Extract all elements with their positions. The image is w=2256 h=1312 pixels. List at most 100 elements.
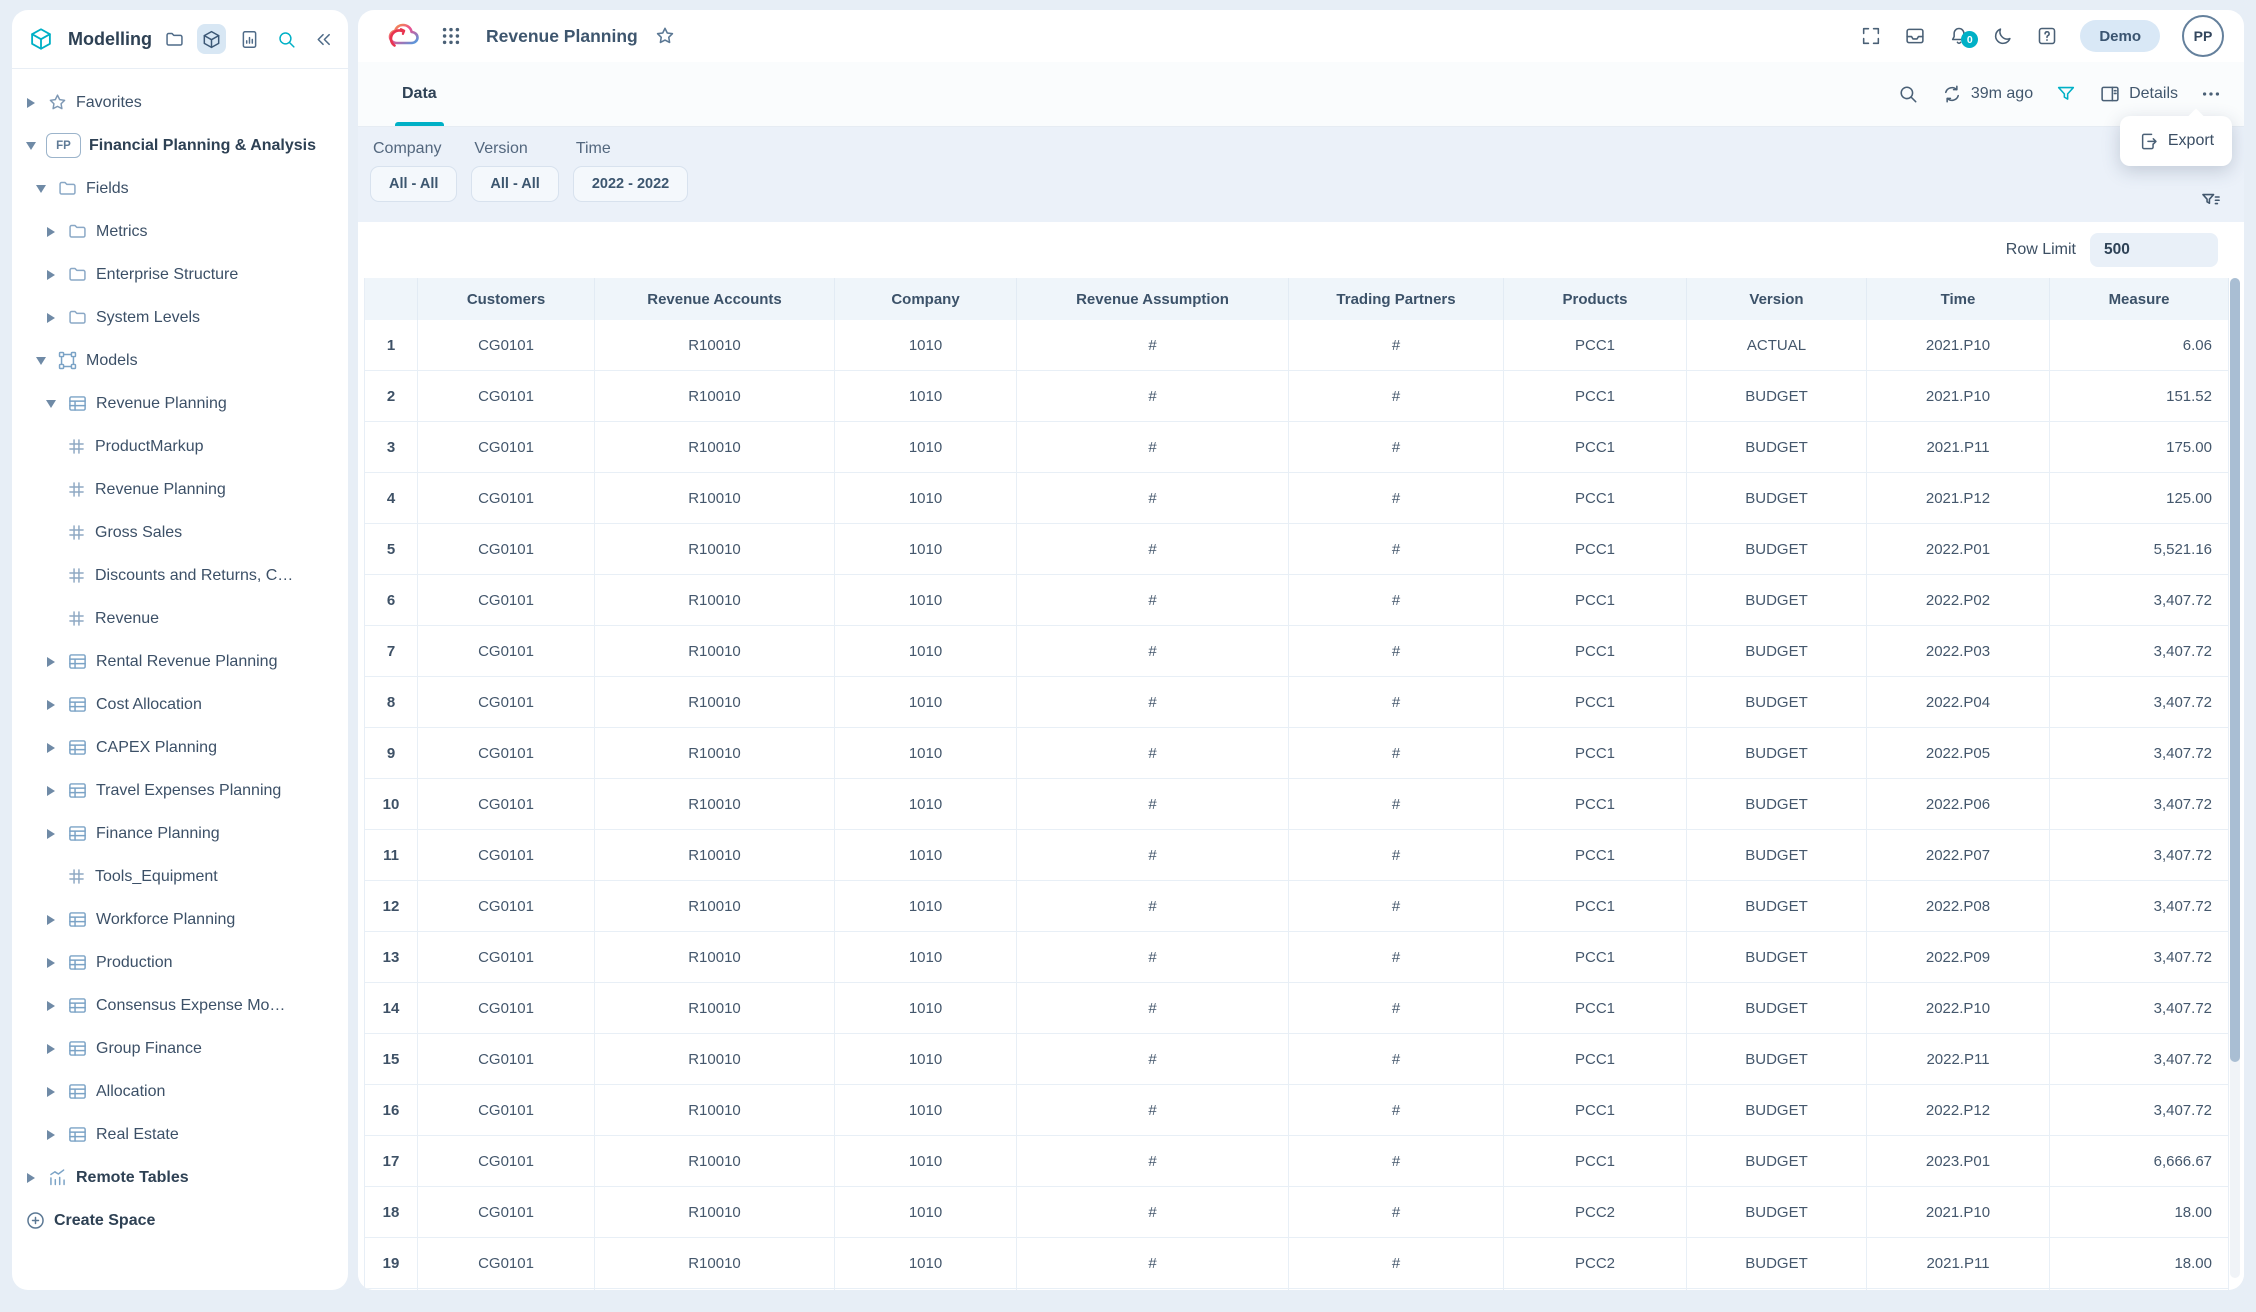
sidebar-item-fields[interactable]: Fields	[12, 167, 342, 210]
caret-down-icon[interactable]	[34, 357, 48, 365]
sidebar-item-travel-expenses-planning[interactable]: Travel Expenses Planning	[12, 769, 342, 812]
table-row[interactable]: 8CG0101R100101010##PCC1BUDGET2022.P043,4…	[365, 677, 2229, 728]
table-search-icon[interactable]	[1897, 83, 1919, 105]
app-logo-icon[interactable]	[384, 20, 424, 52]
table-row[interactable]: 2CG0101R100101010##PCC1BUDGET2021.P10151…	[365, 371, 2229, 422]
sidebar-item-productmarkup[interactable]: ProductMarkup	[12, 425, 342, 468]
avatar[interactable]: PP	[2182, 15, 2224, 57]
caret-right-icon[interactable]	[44, 786, 58, 796]
table-row[interactable]: 17CG0101R100101010##PCC1BUDGET2023.P016,…	[365, 1136, 2229, 1187]
table-row[interactable]: 3CG0101R100101010##PCC1BUDGET2021.P11175…	[365, 422, 2229, 473]
caret-down-icon[interactable]	[24, 142, 38, 150]
sidebar-item-production[interactable]: Production	[12, 941, 342, 984]
sidebar-item-financial-planning-analysis[interactable]: FPFinancial Planning & Analysis	[12, 124, 342, 167]
col-header-trading-partners[interactable]: Trading Partners	[1289, 278, 1504, 320]
sidebar-item-favorites[interactable]: Favorites	[12, 81, 342, 124]
sidebar-item-group-finance[interactable]: Group Finance	[12, 1027, 342, 1070]
caret-right-icon[interactable]	[44, 1001, 58, 1011]
filter-time-value[interactable]: 2022 - 2022	[573, 166, 688, 202]
table-row[interactable]: 15CG0101R100101010##PCC1BUDGET2022.P113,…	[365, 1034, 2229, 1085]
table-row[interactable]: 13CG0101R100101010##PCC1BUDGET2022.P093,…	[365, 932, 2229, 983]
tab-data[interactable]: Data	[402, 62, 437, 126]
caret-right-icon[interactable]	[44, 1087, 58, 1097]
vertical-scrollbar-thumb[interactable]	[2230, 278, 2240, 1062]
table-row[interactable]: 10CG0101R100101010##PCC1BUDGET2022.P063,…	[365, 779, 2229, 830]
filter-settings-icon[interactable]	[2200, 190, 2222, 217]
caret-right-icon[interactable]	[44, 700, 58, 710]
col-header-customers[interactable]: Customers	[418, 278, 595, 320]
reports-nav-button[interactable]	[234, 24, 263, 54]
filter-version-value[interactable]: All - All	[471, 166, 558, 202]
col-header-products[interactable]: Products	[1504, 278, 1687, 320]
caret-right-icon[interactable]	[24, 98, 38, 108]
table-row[interactable]: 14CG0101R100101010##PCC1BUDGET2022.P103,…	[365, 983, 2229, 1034]
search-icon[interactable]	[272, 24, 301, 54]
sidebar-item-metrics[interactable]: Metrics	[12, 210, 342, 253]
caret-right-icon[interactable]	[44, 915, 58, 925]
table-row[interactable]: 1CG0101R100101010##PCC1ACTUAL2021.P106.0…	[365, 320, 2229, 371]
sidebar-item-remote-tables[interactable]: Remote Tables	[12, 1156, 342, 1199]
sidebar-item-workforce-planning[interactable]: Workforce Planning	[12, 898, 342, 941]
table-row[interactable]: 19CG0101R100101010##PCC2BUDGET2021.P1118…	[365, 1238, 2229, 1289]
caret-right-icon[interactable]	[44, 958, 58, 968]
table-row[interactable]: 12CG0101R100101010##PCC1BUDGET2022.P083,…	[365, 881, 2229, 932]
sidebar-item-gross-sales[interactable]: Gross Sales	[12, 511, 342, 554]
col-header-measure[interactable]: Measure	[2050, 278, 2229, 320]
table-row[interactable]: 18CG0101R100101010##PCC2BUDGET2021.P1018…	[365, 1187, 2229, 1238]
filter-funnel-icon[interactable]	[2055, 83, 2077, 105]
more-menu-icon[interactable]	[2200, 83, 2222, 105]
col-header-company[interactable]: Company	[835, 278, 1017, 320]
col-header-revenue-accounts[interactable]: Revenue Accounts	[595, 278, 835, 320]
table-row[interactable]: 5CG0101R100101010##PCC1BUDGET2022.P015,5…	[365, 524, 2229, 575]
caret-right-icon[interactable]	[44, 227, 58, 237]
col-header-time[interactable]: Time	[1867, 278, 2050, 320]
folders-nav-button[interactable]	[160, 24, 189, 54]
sidebar-item-consensus-expense-mo[interactable]: Consensus Expense Mo…	[12, 984, 342, 1027]
details-button[interactable]: Details	[2099, 83, 2178, 105]
table-row[interactable]: 6CG0101R100101010##PCC1BUDGET2022.P023,4…	[365, 575, 2229, 626]
sidebar-item-revenue-planning[interactable]: Revenue Planning	[12, 382, 342, 425]
table-row[interactable]: 4CG0101R100101010##PCC1BUDGET2021.P12125…	[365, 473, 2229, 524]
sidebar-item-create-space[interactable]: Create Space	[12, 1199, 342, 1242]
sidebar-item-tools-equipment[interactable]: Tools_Equipment	[12, 855, 342, 898]
notifications-bell-icon[interactable]: 0	[1948, 25, 1970, 47]
sidebar-item-finance-planning[interactable]: Finance Planning	[12, 812, 342, 855]
inbox-icon[interactable]	[1904, 25, 1926, 47]
menu-item-export[interactable]: Export	[2138, 131, 2214, 152]
caret-down-icon[interactable]	[34, 185, 48, 193]
col-header-rownum[interactable]	[365, 278, 418, 320]
refresh-button[interactable]: 39m ago	[1941, 83, 2033, 105]
environment-badge[interactable]: Demo	[2080, 20, 2160, 52]
caret-right-icon[interactable]	[44, 270, 58, 280]
sidebar-item-allocation[interactable]: Allocation	[12, 1070, 342, 1113]
sidebar-item-enterprise-structure[interactable]: Enterprise Structure	[12, 253, 342, 296]
caret-right-icon[interactable]	[44, 1044, 58, 1054]
filter-company-value[interactable]: All - All	[370, 166, 457, 202]
table-row[interactable]: 9CG0101R100101010##PCC1BUDGET2022.P053,4…	[365, 728, 2229, 779]
caret-right-icon[interactable]	[44, 743, 58, 753]
apps-grid-icon[interactable]	[440, 25, 462, 47]
favorite-star-icon[interactable]	[654, 25, 676, 47]
fullscreen-icon[interactable]	[1860, 25, 1882, 47]
row-limit-input[interactable]	[2090, 233, 2218, 267]
sidebar-item-revenue[interactable]: Revenue	[12, 597, 342, 640]
sidebar-item-capex-planning[interactable]: CAPEX Planning	[12, 726, 342, 769]
caret-right-icon[interactable]	[44, 657, 58, 667]
caret-right-icon[interactable]	[44, 829, 58, 839]
models-nav-button[interactable]	[197, 24, 226, 54]
sidebar-item-rental-revenue-planning[interactable]: Rental Revenue Planning	[12, 640, 342, 683]
dark-mode-moon-icon[interactable]	[1992, 25, 2014, 47]
table-row[interactable]: 11CG0101R100101010##PCC1BUDGET2022.P073,…	[365, 830, 2229, 881]
caret-right-icon[interactable]	[24, 1173, 38, 1183]
caret-down-icon[interactable]	[44, 400, 58, 408]
caret-right-icon[interactable]	[44, 1130, 58, 1140]
sidebar-item-cost-allocation[interactable]: Cost Allocation	[12, 683, 342, 726]
sidebar-item-models[interactable]: Models	[12, 339, 342, 382]
caret-right-icon[interactable]	[44, 313, 58, 323]
help-icon[interactable]	[2036, 25, 2058, 47]
sidebar-item-system-levels[interactable]: System Levels	[12, 296, 342, 339]
table-row[interactable]: 7CG0101R100101010##PCC1BUDGET2022.P033,4…	[365, 626, 2229, 677]
sidebar-item-real-estate[interactable]: Real Estate	[12, 1113, 342, 1156]
collapse-sidebar-icon[interactable]	[309, 24, 338, 54]
table-row[interactable]: 16CG0101R100101010##PCC1BUDGET2022.P123,…	[365, 1085, 2229, 1136]
